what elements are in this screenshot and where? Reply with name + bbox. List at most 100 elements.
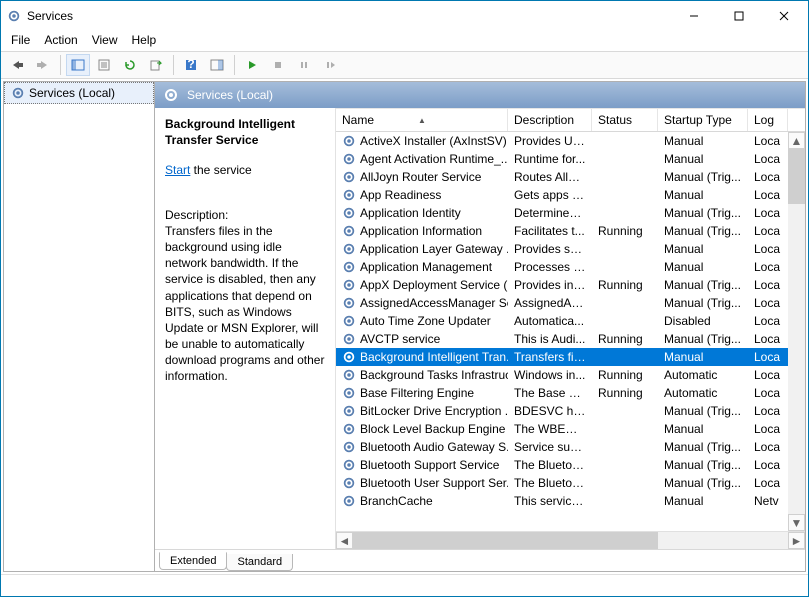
service-row[interactable]: AVCTP serviceThis is Audi...RunningManua… xyxy=(336,330,805,348)
service-row[interactable]: ActiveX Installer (AxInstSV)Provides Us.… xyxy=(336,132,805,150)
scroll-right-icon[interactable]: ► xyxy=(788,532,805,549)
service-description: This service ... xyxy=(508,493,592,509)
col-logon[interactable]: Log xyxy=(748,109,788,131)
scroll-up-icon[interactable]: ▲ xyxy=(788,132,805,149)
service-row[interactable]: Application InformationFacilitates t...R… xyxy=(336,222,805,240)
service-startup: Manual xyxy=(658,421,748,437)
col-description[interactable]: Description xyxy=(508,109,592,131)
services-grid[interactable]: Name▲ Description Status Startup Type Lo… xyxy=(335,108,805,549)
gear-icon xyxy=(342,224,356,238)
service-description: Facilitates t... xyxy=(508,223,592,239)
forward-button[interactable] xyxy=(31,54,55,76)
back-button[interactable] xyxy=(5,54,29,76)
service-row[interactable]: Application ManagementProcesses in...Man… xyxy=(336,258,805,276)
service-status xyxy=(592,140,658,142)
service-status xyxy=(592,500,658,502)
service-row[interactable]: AllJoyn Router ServiceRoutes AllJo...Man… xyxy=(336,168,805,186)
service-row[interactable]: Bluetooth Audio Gateway S...Service sup.… xyxy=(336,438,805,456)
service-startup: Manual (Trig... xyxy=(658,223,748,239)
tab-extended[interactable]: Extended xyxy=(159,552,227,570)
service-row[interactable]: BitLocker Drive Encryption ...BDESVC hos… xyxy=(336,402,805,420)
service-status xyxy=(592,446,658,448)
service-description: Runtime for... xyxy=(508,151,592,167)
scroll-thumb[interactable] xyxy=(788,149,805,204)
properties-button[interactable] xyxy=(92,54,116,76)
show-hide-tree-button[interactable] xyxy=(66,54,90,76)
service-row[interactable]: Auto Time Zone UpdaterAutomatica...Disab… xyxy=(336,312,805,330)
service-row[interactable]: Base Filtering EngineThe Base Fil...Runn… xyxy=(336,384,805,402)
minimize-button[interactable] xyxy=(671,1,716,31)
action-panel-button[interactable] xyxy=(205,54,229,76)
scroll-left-icon[interactable]: ◄ xyxy=(336,532,353,549)
col-status[interactable]: Status xyxy=(592,109,658,131)
scroll-track[interactable] xyxy=(788,149,805,514)
gear-icon xyxy=(342,314,356,328)
maximize-button[interactable] xyxy=(716,1,761,31)
gear-icon xyxy=(342,134,356,148)
restart-service-button[interactable] xyxy=(318,54,342,76)
scroll-track[interactable] xyxy=(353,532,788,549)
service-startup: Manual xyxy=(658,493,748,509)
service-startup: Manual xyxy=(658,349,748,365)
service-description: Determines ... xyxy=(508,205,592,221)
tree-root-item[interactable]: Services (Local) xyxy=(4,82,154,104)
service-status xyxy=(592,248,658,250)
pause-service-button[interactable] xyxy=(292,54,316,76)
col-startup[interactable]: Startup Type xyxy=(658,109,748,131)
gear-icon xyxy=(342,350,356,364)
stop-service-button[interactable] xyxy=(266,54,290,76)
menu-file[interactable]: File xyxy=(11,33,30,47)
service-row[interactable]: App ReadinessGets apps re...ManualLoca xyxy=(336,186,805,204)
service-row[interactable]: Agent Activation Runtime_...Runtime for.… xyxy=(336,150,805,168)
close-button[interactable] xyxy=(761,1,806,31)
service-name: Background Tasks Infrastruc... xyxy=(360,368,508,382)
menu-help[interactable]: Help xyxy=(132,33,157,47)
col-name[interactable]: Name▲ xyxy=(336,109,508,131)
service-status: Running xyxy=(592,277,658,293)
service-logon: Loca xyxy=(748,169,788,185)
service-row[interactable]: Background Tasks Infrastruc...Windows in… xyxy=(336,366,805,384)
service-row[interactable]: Bluetooth User Support Ser...The Bluetoo… xyxy=(336,474,805,492)
gear-icon xyxy=(342,494,356,508)
service-name: Bluetooth Support Service xyxy=(360,458,499,472)
service-status xyxy=(592,176,658,178)
service-row[interactable]: BranchCacheThis service ...ManualNetv xyxy=(336,492,805,510)
service-name: Auto Time Zone Updater xyxy=(360,314,491,328)
tree-pane[interactable]: Services (Local) xyxy=(3,81,155,572)
service-logon: Loca xyxy=(748,439,788,455)
gear-icon xyxy=(342,152,356,166)
service-name: Block Level Backup Engine ... xyxy=(360,422,508,436)
service-name: Background Intelligent Tran... xyxy=(360,350,508,364)
scroll-down-icon[interactable]: ▼ xyxy=(788,514,805,531)
menu-view[interactable]: View xyxy=(92,33,118,47)
gear-icon xyxy=(342,368,356,382)
service-logon: Loca xyxy=(748,349,788,365)
gear-icon xyxy=(342,278,356,292)
start-service-button[interactable] xyxy=(240,54,264,76)
service-logon: Loca xyxy=(748,457,788,473)
service-logon: Loca xyxy=(748,205,788,221)
service-row[interactable]: Application IdentityDetermines ...Manual… xyxy=(336,204,805,222)
service-row[interactable]: Background Intelligent Tran...Transfers … xyxy=(336,348,805,366)
service-row[interactable]: AssignedAccessManager Se...AssignedAc...… xyxy=(336,294,805,312)
service-logon: Loca xyxy=(748,295,788,311)
vertical-scrollbar[interactable]: ▲ ▼ xyxy=(788,132,805,531)
export-button[interactable] xyxy=(144,54,168,76)
horizontal-scrollbar[interactable]: ◄ ► xyxy=(336,531,805,549)
menu-action[interactable]: Action xyxy=(44,33,77,47)
service-status xyxy=(592,482,658,484)
service-row[interactable]: Block Level Backup Engine ...The WBENG..… xyxy=(336,420,805,438)
menu-bar: File Action View Help xyxy=(1,31,808,51)
help-button[interactable]: ? xyxy=(179,54,203,76)
service-row[interactable]: AppX Deployment Service (...Provides inf… xyxy=(336,276,805,294)
start-service-link[interactable]: Start xyxy=(165,163,190,177)
service-row[interactable]: Application Layer Gateway ...Provides su… xyxy=(336,240,805,258)
service-startup: Automatic xyxy=(658,367,748,383)
gear-icon xyxy=(11,86,25,100)
service-row[interactable]: Bluetooth Support ServiceThe Bluetoo...M… xyxy=(336,456,805,474)
scroll-thumb[interactable] xyxy=(353,532,658,549)
refresh-button[interactable] xyxy=(118,54,142,76)
service-name: AppX Deployment Service (... xyxy=(360,278,508,292)
tab-standard[interactable]: Standard xyxy=(226,554,293,571)
service-name: Application Identity xyxy=(360,206,461,220)
